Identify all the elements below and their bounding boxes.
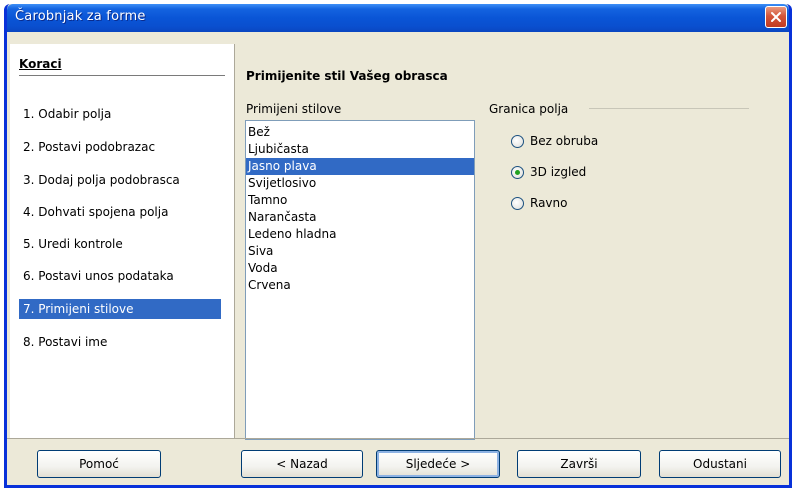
back-button[interactable]: < Nazad bbox=[241, 450, 363, 478]
style-option[interactable]: Svijetlosivo bbox=[246, 175, 474, 192]
title-bar[interactable]: Čarobnjak za forme bbox=[7, 4, 789, 32]
step-item-2[interactable]: 2. Postavi podobrazac bbox=[19, 137, 221, 157]
button-bar-divider bbox=[7, 438, 789, 439]
wizard-content: Koraci 1. Odabir polja 2. Postavi podobr… bbox=[7, 32, 789, 485]
style-option[interactable]: Narančasta bbox=[246, 209, 474, 226]
style-option[interactable]: Ljubičasta bbox=[246, 141, 474, 158]
finish-button[interactable]: Završi bbox=[517, 450, 641, 478]
step-item-8[interactable]: 8. Postavi ime bbox=[19, 332, 221, 352]
help-button[interactable]: Pomoć bbox=[37, 450, 161, 478]
styles-listbox[interactable]: Bež Ljubičasta Jasno plava Svijetlosivo … bbox=[245, 120, 475, 440]
radio-button-checked-icon[interactable] bbox=[511, 165, 524, 179]
radio-3d-look[interactable]: 3D izgled bbox=[511, 162, 586, 182]
radio-label: 3D izgled bbox=[530, 165, 587, 179]
style-option-selected[interactable]: Jasno plava bbox=[246, 158, 474, 175]
page-title: Primijenite stil Vašeg obrasca bbox=[246, 69, 448, 83]
radio-label: Bez obruba bbox=[530, 134, 599, 148]
radio-button-icon[interactable] bbox=[511, 134, 524, 148]
field-border-label: Granica polja bbox=[489, 102, 569, 116]
style-option[interactable]: Tamno bbox=[246, 192, 474, 209]
steps-heading: Koraci bbox=[19, 57, 225, 76]
radio-label: Ravno bbox=[530, 196, 568, 210]
style-option[interactable]: Voda bbox=[246, 260, 474, 277]
steps-divider bbox=[234, 44, 235, 438]
step-item-7[interactable]: 7. Primijeni stilove bbox=[19, 299, 221, 319]
step-item-6[interactable]: 6. Postavi unos podataka bbox=[19, 266, 221, 286]
step-item-4[interactable]: 4. Dohvati spojena polja bbox=[19, 202, 221, 222]
step-item-1[interactable]: 1. Odabir polja bbox=[19, 104, 221, 124]
close-icon[interactable] bbox=[765, 6, 787, 28]
style-option[interactable]: Siva bbox=[246, 243, 474, 260]
step-item-3[interactable]: 3. Dodaj polja podobrasca bbox=[19, 170, 221, 190]
radio-no-border[interactable]: Bez obruba bbox=[511, 131, 598, 151]
style-option[interactable]: Ledeno hladna bbox=[246, 226, 474, 243]
cancel-button[interactable]: Odustani bbox=[659, 450, 781, 478]
style-option[interactable]: Bež bbox=[246, 124, 474, 141]
wizard-window: Čarobnjak za forme Koraci 1. Odabir polj… bbox=[4, 4, 792, 488]
styles-list-label: Primijeni stilove bbox=[246, 102, 342, 116]
style-option[interactable]: Crvena bbox=[246, 277, 474, 294]
group-divider bbox=[589, 108, 749, 109]
next-button[interactable]: Sljedeće > bbox=[376, 450, 500, 478]
radio-flat[interactable]: Ravno bbox=[511, 193, 567, 213]
step-item-5[interactable]: 5. Uredi kontrole bbox=[19, 234, 221, 254]
window-title: Čarobnjak za forme bbox=[15, 9, 146, 24]
radio-button-icon[interactable] bbox=[511, 196, 524, 210]
